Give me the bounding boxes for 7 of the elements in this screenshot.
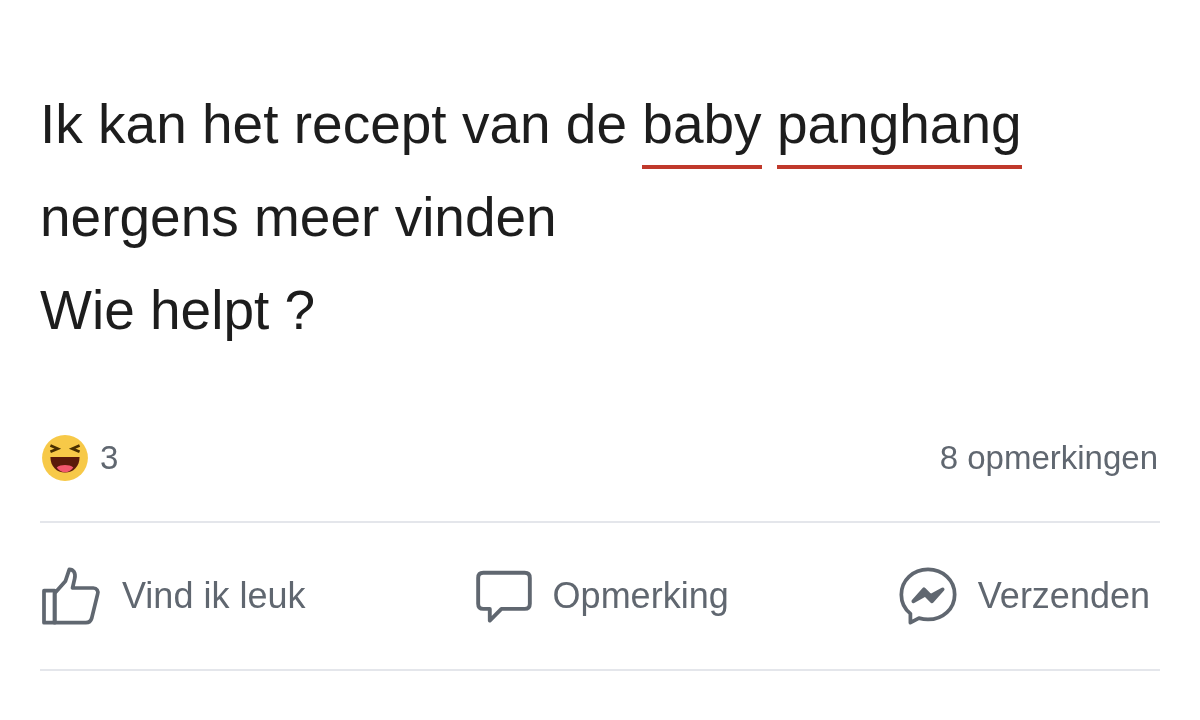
reaction-count: 3 bbox=[100, 439, 119, 477]
send-button[interactable]: Verzenden bbox=[895, 564, 1150, 628]
laughing-emoji-icon bbox=[40, 433, 90, 483]
comment-button[interactable]: Opmerking bbox=[472, 565, 729, 627]
comment-count: 8 opmerkingen bbox=[939, 439, 1158, 477]
like-button[interactable]: Vind ik leuk bbox=[40, 564, 306, 628]
post-text: Ik kan het recept van de baby panghang nergens meer vinden Wie helpt ? bbox=[40, 92, 1023, 343]
